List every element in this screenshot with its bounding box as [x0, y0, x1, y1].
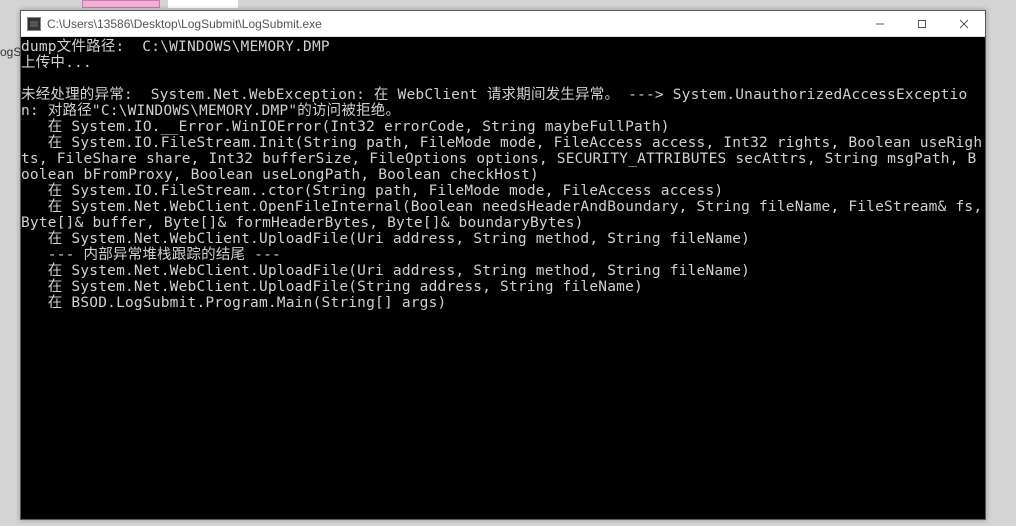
minimize-icon: [875, 19, 885, 29]
maximize-button[interactable]: [901, 11, 943, 36]
minimize-button[interactable]: [859, 11, 901, 36]
console-line: 在 System.Net.WebClient.UploadFile(String…: [21, 279, 985, 295]
console-line: 在 System.Net.WebClient.OpenFileInternal(…: [21, 199, 985, 231]
titlebar[interactable]: C:\Users\13586\Desktop\LogSubmit\LogSubm…: [21, 11, 985, 37]
console-line: --- 内部异常堆栈跟踪的结尾 ---: [21, 247, 985, 263]
console-line: [21, 71, 985, 87]
background-tab-fragment: [82, 0, 160, 8]
console-line: 未经处理的异常: System.Net.WebException: 在 WebC…: [21, 87, 985, 119]
console-line: dump文件路径: C:\WINDOWS\MEMORY.DMP: [21, 39, 985, 55]
window-title: C:\Users\13586\Desktop\LogSubmit\LogSubm…: [47, 17, 859, 31]
console-line: 在 System.IO.__Error.WinIOError(Int32 err…: [21, 119, 985, 135]
background-tab-fragment-2: [168, 0, 238, 8]
maximize-icon: [917, 19, 927, 29]
console-output[interactable]: dump文件路径: C:\WINDOWS\MEMORY.DMP上传中... 未经…: [21, 37, 985, 519]
window-controls: [859, 11, 985, 36]
close-button[interactable]: [943, 11, 985, 36]
console-line: 在 BSOD.LogSubmit.Program.Main(String[] a…: [21, 295, 985, 311]
app-icon: [27, 17, 41, 31]
console-line: 在 System.IO.FileStream.Init(String path,…: [21, 135, 985, 183]
console-window: C:\Users\13586\Desktop\LogSubmit\LogSubm…: [20, 10, 986, 520]
console-line: 上传中...: [21, 55, 985, 71]
console-line: 在 System.Net.WebClient.UploadFile(Uri ad…: [21, 263, 985, 279]
close-icon: [959, 19, 969, 29]
console-line: 在 System.Net.WebClient.UploadFile(Uri ad…: [21, 231, 985, 247]
console-line: 在 System.IO.FileStream..ctor(String path…: [21, 183, 985, 199]
background-text-fragment: ogS: [0, 45, 20, 65]
